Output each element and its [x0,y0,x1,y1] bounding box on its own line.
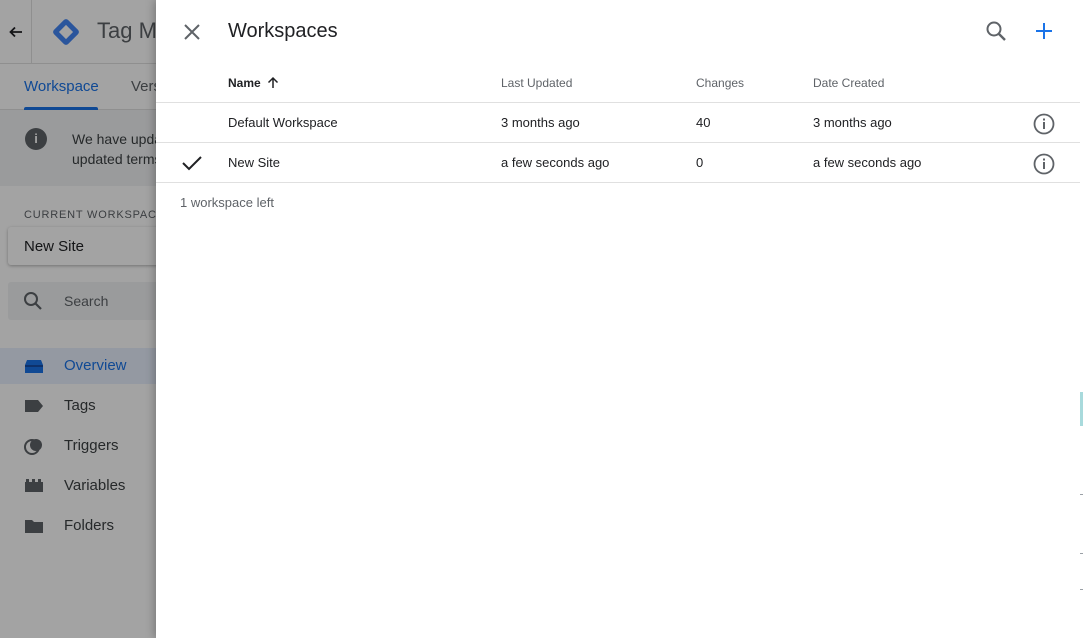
checkmark-icon [182,156,202,171]
close-icon[interactable] [180,20,204,44]
workspace-date-created: 3 months ago [813,115,892,130]
table-row[interactable]: New Site a few seconds ago 0 a few secon… [156,143,1080,183]
column-header-last-updated[interactable]: Last Updated [501,76,572,90]
search-icon[interactable] [984,19,1008,43]
workspace-name: New Site [228,155,281,170]
column-header-name-label: Name [228,76,261,90]
workspace-name: Default Workspace [228,115,338,130]
column-header-name[interactable]: Name [228,76,279,90]
info-icon[interactable] [1032,112,1056,136]
column-header-date-created[interactable]: Date Created [813,76,884,90]
column-header-changes[interactable]: Changes [696,76,744,90]
sort-ascending-icon [267,76,278,88]
info-icon[interactable] [1032,152,1056,176]
panel-title: Workspaces [228,20,338,42]
workspaces-panel: Workspaces Name Last Updated Changes Dat… [156,0,1083,638]
table-row[interactable]: Default Workspace 3 months ago 40 3 mont… [156,103,1080,143]
workspaces-remaining-note: 1 workspace left [180,195,274,210]
table-header: Name Last Updated Changes Date Created [156,64,1080,103]
workspace-changes: 0 [696,155,704,170]
workspace-date-created: a few seconds ago [813,155,922,170]
workspace-changes: 40 [696,115,711,130]
add-workspace-button[interactable] [1032,19,1056,43]
workspace-last-updated: a few seconds ago [501,155,610,170]
workspace-last-updated: 3 months ago [501,115,580,130]
